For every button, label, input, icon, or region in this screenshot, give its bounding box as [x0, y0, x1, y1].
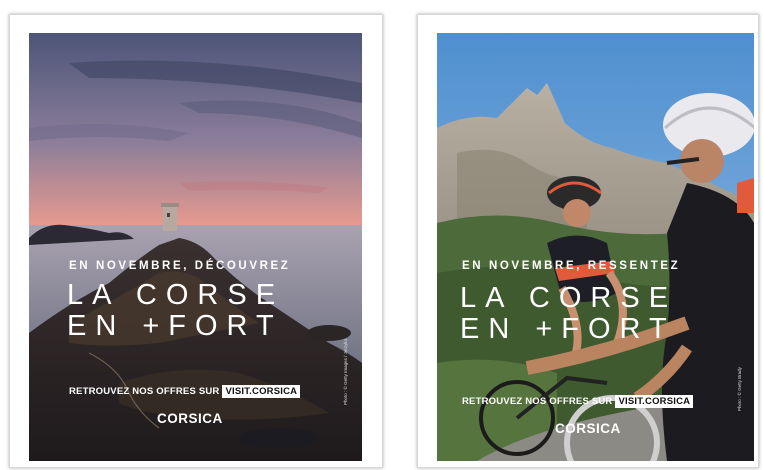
poster-card-cyclists: EN NOVEMBRE, RESSENTEZ LA CORSE EN +FORT…: [417, 14, 759, 468]
poster-kicker: EN NOVEMBRE, RESSENTEZ: [462, 260, 681, 272]
offers-site-link[interactable]: VISIT.CORSICA: [222, 385, 301, 398]
offers-text: RETROUVEZ NOS OFFRES SUR: [69, 386, 220, 397]
poster-card-sunset: EN NOVEMBRE, DÉCOUVREZ LA CORSE EN +FORT…: [9, 14, 383, 468]
poster-headline-line2: EN +FORT: [460, 313, 676, 345]
poster-kicker: EN NOVEMBRE, DÉCOUVREZ: [69, 260, 291, 272]
poster-cyclists: EN NOVEMBRE, RESSENTEZ LA CORSE EN +FORT…: [437, 33, 754, 461]
poster-headline-line1: LA CORSE: [67, 279, 285, 311]
corsica-logo: CORSICA: [157, 411, 223, 426]
photo-credit: Photo : © Getty Brady: [737, 367, 742, 411]
poster-offers-line: RETROUVEZ NOS OFFRES SUR VISIT.CORSICA: [462, 395, 694, 408]
offers-site-link[interactable]: VISIT.CORSICA: [615, 395, 694, 408]
poster-headline-line2: EN +FORT: [67, 310, 283, 342]
poster-headline-line1: LA CORSE: [460, 282, 678, 314]
corsica-logo: CORSICA: [555, 421, 621, 436]
photo-credit: Photo : © Getty Images / Jerzyk4: [343, 338, 348, 405]
poster-offers-line: RETROUVEZ NOS OFFRES SUR VISIT.CORSICA: [69, 385, 301, 398]
offers-text: RETROUVEZ NOS OFFRES SUR: [462, 396, 613, 407]
poster-sunset: EN NOVEMBRE, DÉCOUVREZ LA CORSE EN +FORT…: [29, 33, 362, 461]
